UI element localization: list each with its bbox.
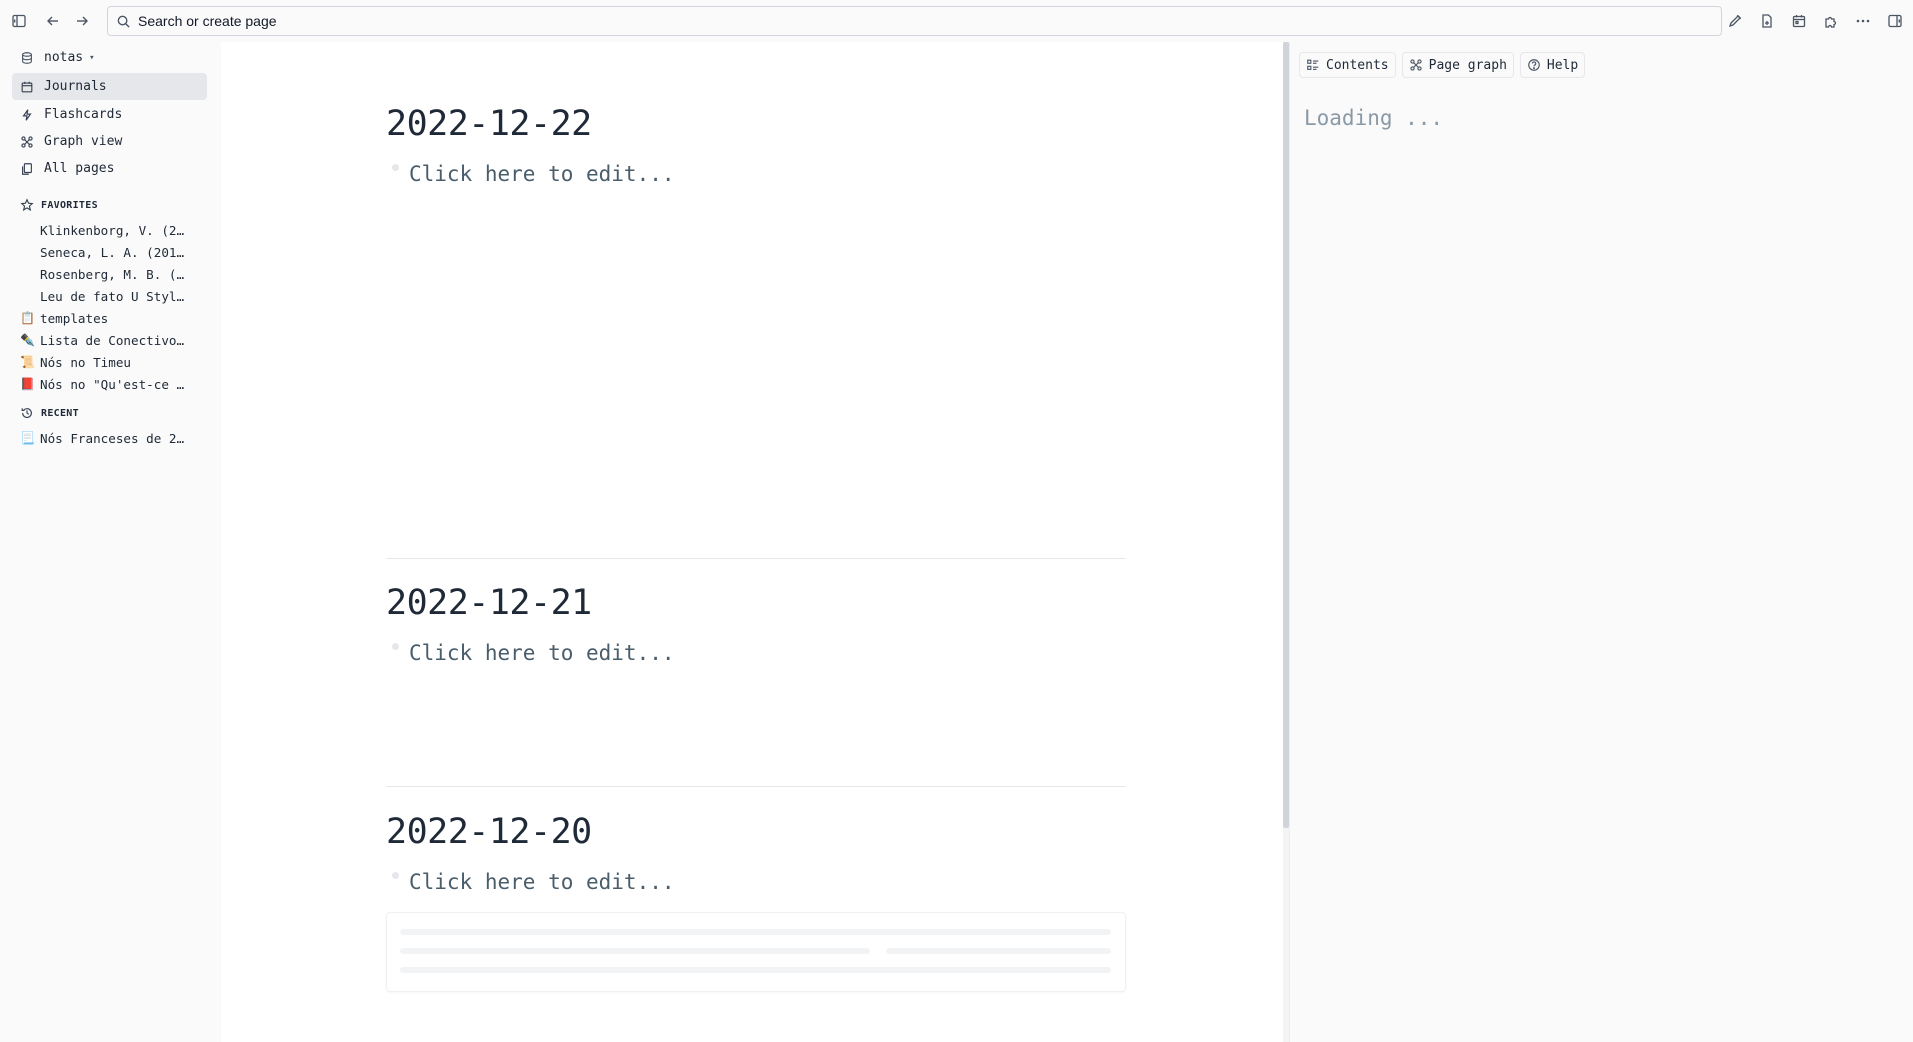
favorite-label: Klinkenborg, V. (2… bbox=[40, 222, 185, 238]
loading-text: Loading ... bbox=[1304, 106, 1444, 130]
favorites-header[interactable]: FAVORITES bbox=[20, 198, 98, 212]
puzzle-icon[interactable] bbox=[1817, 7, 1845, 35]
search-icon bbox=[117, 15, 130, 28]
toggle-left-sidebar-icon[interactable] bbox=[5, 7, 33, 35]
sidebar-item-all-pages[interactable]: All pages bbox=[12, 155, 207, 182]
new-page-icon[interactable] bbox=[1753, 7, 1781, 35]
recent-item[interactable]: 📃 Nós Franceses de 2… bbox=[20, 428, 196, 448]
journal-divider bbox=[386, 558, 1126, 559]
sidebar-item-graph-view[interactable]: Graph view bbox=[12, 128, 207, 155]
history-icon bbox=[21, 408, 32, 418]
graph-icon bbox=[21, 135, 33, 148]
graph-icon bbox=[1409, 59, 1422, 71]
favorite-label: Seneca, L. A. (201… bbox=[40, 244, 185, 260]
tab-contents[interactable]: Contents bbox=[1299, 52, 1396, 78]
pen-icon[interactable] bbox=[1721, 7, 1749, 35]
sidebar-item-flashcards[interactable]: Flashcards bbox=[12, 101, 207, 128]
page-emoji: 📜 bbox=[20, 355, 35, 369]
bolt-icon bbox=[22, 108, 32, 121]
favorite-item[interactable]: Rosenberg, M. B. (… bbox=[20, 264, 196, 284]
favorite-item[interactable]: 📜 Nós no Timeu bbox=[20, 352, 196, 372]
journal-title[interactable]: 2022-12-21 bbox=[386, 583, 1126, 623]
help-icon bbox=[1528, 59, 1540, 71]
star-icon bbox=[20, 198, 34, 212]
favorite-label: Leu de fato U Styl… bbox=[40, 288, 185, 304]
recent-label: Nós Franceses de 2… bbox=[40, 430, 185, 446]
journal-block[interactable]: Click here to edit... bbox=[386, 870, 1126, 894]
block-placeholder[interactable]: Click here to edit... bbox=[409, 162, 675, 186]
journal-entry: 2022-12-22 Click here to edit... bbox=[386, 104, 1126, 186]
block-bullet[interactable] bbox=[392, 642, 399, 650]
right-sidebar: Contents Page graph Help Loading ... bbox=[1289, 42, 1913, 1042]
loading-skeleton bbox=[386, 912, 1126, 992]
journal-entry: 2022-12-20 Click here to edit... bbox=[386, 812, 1126, 894]
favorite-item[interactable]: Klinkenborg, V. (2… bbox=[20, 220, 196, 240]
sidebar-item-label: All pages bbox=[44, 161, 115, 176]
more-icon[interactable] bbox=[1849, 7, 1877, 35]
favorite-item[interactable]: 📕 Nós no "Qu'est-ce … bbox=[20, 374, 196, 394]
journal-block[interactable]: Click here to edit... bbox=[386, 641, 1126, 665]
page-emoji: 📕 bbox=[20, 377, 35, 391]
favorite-label: Nós no "Qu'est-ce … bbox=[40, 376, 185, 392]
skeleton-line bbox=[400, 929, 1111, 935]
journal-title[interactable]: 2022-12-22 bbox=[386, 104, 1126, 144]
sidebar-item-label: Journals bbox=[44, 79, 107, 94]
journal-block[interactable]: Click here to edit... bbox=[386, 162, 1126, 186]
favorite-item[interactable]: ✒️ Lista de Conectivo… bbox=[20, 330, 196, 350]
tab-help[interactable]: Help bbox=[1519, 52, 1586, 78]
page-emoji: ✒️ bbox=[20, 333, 35, 347]
journal-title[interactable]: 2022-12-20 bbox=[386, 812, 1126, 852]
favorite-item[interactable]: Leu de fato U Styl… bbox=[20, 286, 196, 306]
journal-entry: 2022-12-21 Click here to edit... bbox=[386, 583, 1126, 665]
graph-name: notas bbox=[44, 50, 84, 65]
calendar-icon[interactable] bbox=[1785, 7, 1813, 35]
block-bullet[interactable] bbox=[392, 163, 399, 171]
arrow-left-icon[interactable] bbox=[39, 7, 67, 35]
block-placeholder[interactable]: Click here to edit... bbox=[409, 641, 675, 665]
top-bar bbox=[0, 0, 1913, 42]
journal-divider bbox=[386, 786, 1126, 787]
skeleton-line bbox=[400, 948, 870, 954]
arrow-right-icon[interactable] bbox=[68, 7, 96, 35]
page-emoji: 📃 bbox=[20, 431, 35, 445]
favorite-label: Lista de Conectivo… bbox=[40, 332, 185, 348]
journals-main: 2022-12-22 Click here to edit... 2022-12… bbox=[221, 42, 1283, 1042]
search-input[interactable] bbox=[138, 13, 1638, 29]
favorite-label: Rosenberg, M. B. (… bbox=[40, 266, 185, 282]
calendar-icon bbox=[21, 81, 33, 92]
block-bullet[interactable] bbox=[392, 871, 399, 879]
chevron-down-icon: ▾ bbox=[89, 52, 95, 63]
sidebar-item-label: Flashcards bbox=[44, 107, 123, 122]
skeleton-line bbox=[886, 948, 1111, 954]
block-placeholder[interactable]: Click here to edit... bbox=[409, 870, 675, 894]
toggle-right-sidebar-icon[interactable] bbox=[1881, 7, 1909, 35]
graph-selector[interactable]: notas ▾ bbox=[20, 50, 95, 65]
pages-icon bbox=[22, 162, 32, 175]
database-icon bbox=[22, 51, 32, 64]
skeleton-line bbox=[400, 967, 1111, 973]
tab-page-graph[interactable]: Page graph bbox=[1401, 52, 1514, 78]
sidebar-item-label: Graph view bbox=[44, 134, 123, 149]
sidebar-item-journals[interactable]: Journals bbox=[12, 73, 207, 100]
search-bar[interactable] bbox=[107, 6, 1722, 36]
contents-icon bbox=[1307, 59, 1319, 70]
favorite-item[interactable]: 📋 templates bbox=[20, 308, 196, 328]
left-sidebar: notas ▾ Journals Flashcards Graph view A… bbox=[0, 42, 221, 1042]
favorite-label: Nós no Timeu bbox=[40, 354, 131, 370]
recent-header[interactable]: RECENT bbox=[20, 406, 79, 420]
favorite-item[interactable]: Seneca, L. A. (201… bbox=[20, 242, 196, 262]
page-emoji: 📋 bbox=[20, 311, 35, 325]
favorite-label: templates bbox=[40, 310, 109, 326]
